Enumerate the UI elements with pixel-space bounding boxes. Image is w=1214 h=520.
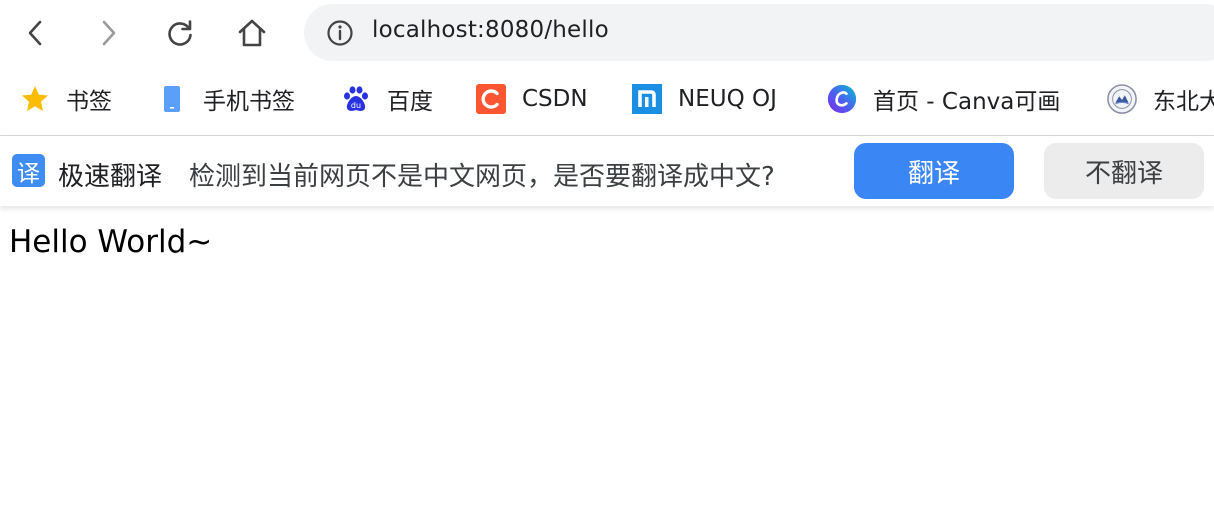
translate-title: 极速翻译 bbox=[58, 162, 163, 192]
reload-button[interactable] bbox=[158, 12, 202, 54]
forward-button[interactable] bbox=[86, 12, 130, 54]
bookmark-label: 首页 - Canva可画 bbox=[873, 89, 1061, 115]
csdn-icon bbox=[476, 84, 506, 114]
svg-text:du: du bbox=[351, 101, 361, 110]
bookmark-folder[interactable]: 书签 bbox=[20, 81, 112, 117]
bookmarks-bar: 书签 手机书签 du 百度 CSDN NEUQ OJ 首页 - Canva可画 … bbox=[0, 66, 1214, 134]
bookmark-baidu[interactable]: du 百度 bbox=[341, 81, 433, 117]
bookmark-label: NEUQ OJ bbox=[678, 86, 777, 112]
bookmark-label: 书签 bbox=[66, 89, 112, 115]
university-seal-icon bbox=[1107, 84, 1137, 114]
bookmark-csdn[interactable]: CSDN bbox=[476, 81, 588, 117]
chevron-right-icon bbox=[102, 20, 116, 46]
bookmark-label: CSDN bbox=[522, 86, 588, 112]
no-translate-button[interactable]: 不翻译 bbox=[1044, 143, 1204, 199]
translate-bar: 译 极速翻译 检测到当前网页不是中文网页，是否要翻译成中文? 翻译 不翻译 bbox=[0, 135, 1214, 206]
bookmark-mobile[interactable]: 手机书签 bbox=[157, 81, 295, 117]
star-icon bbox=[20, 84, 50, 114]
bookmark-neuq-oj[interactable]: NEUQ OJ bbox=[632, 81, 777, 117]
back-button[interactable] bbox=[14, 12, 58, 54]
chevron-left-icon bbox=[28, 20, 42, 46]
reload-icon bbox=[168, 20, 192, 46]
address-url[interactable]: localhost:8080/hello bbox=[372, 17, 609, 43]
translate-button[interactable]: 翻译 bbox=[854, 143, 1014, 199]
phone-icon bbox=[157, 84, 187, 114]
bookmark-university[interactable]: 东北大 bbox=[1107, 81, 1214, 117]
home-button[interactable] bbox=[230, 12, 274, 54]
neuq-icon bbox=[632, 84, 662, 114]
browser-toolbar: localhost:8080/hello bbox=[0, 0, 1214, 66]
page-content-text: Hello World~ bbox=[9, 224, 213, 260]
bookmark-label: 手机书签 bbox=[203, 89, 295, 115]
bookmark-canva[interactable]: 首页 - Canva可画 bbox=[827, 81, 1060, 117]
home-icon bbox=[238, 19, 266, 47]
canva-icon bbox=[827, 84, 857, 114]
bookmark-label: 百度 bbox=[387, 89, 433, 115]
bookmark-label: 东北大 bbox=[1153, 89, 1214, 115]
translate-message: 检测到当前网页不是中文网页，是否要翻译成中文? bbox=[189, 162, 775, 192]
translate-icon: 译 bbox=[12, 154, 45, 187]
info-icon[interactable] bbox=[326, 19, 354, 47]
baidu-icon: du bbox=[341, 84, 371, 114]
address-bar[interactable]: localhost:8080/hello bbox=[304, 4, 1214, 61]
